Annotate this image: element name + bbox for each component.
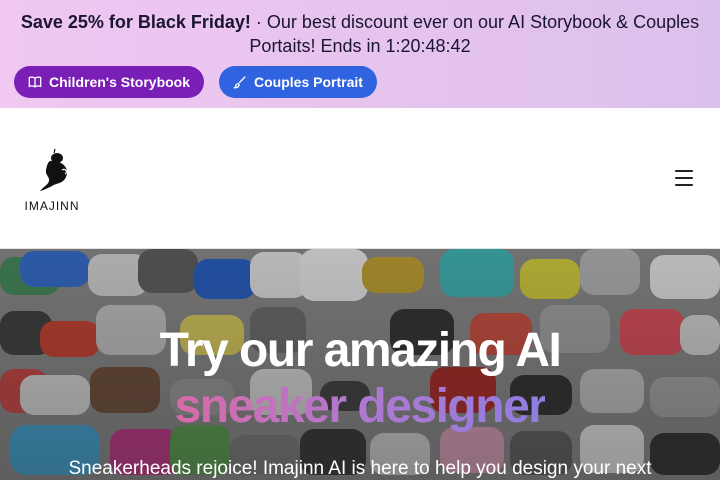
hero-title: Try our amazing AI [159,324,562,377]
promo-message: Our best discount ever on our AI Storybo… [249,12,700,56]
hero-section: Try our amazing AI sneaker designer Snea… [0,249,720,480]
promo-separator: · [255,12,262,32]
brush-icon [233,76,246,89]
hamburger-menu-icon[interactable] [675,170,693,186]
genie-logo-icon [40,148,68,191]
childrens-storybook-label: Children's Storybook [49,74,191,90]
promo-headline: Save 25% for Black Friday! [20,12,251,32]
promo-buttons: Children's Storybook Couples Portrait [14,66,377,98]
promo-banner: Save 25% for Black Friday! · Our best disc… [0,0,720,108]
hero-subtitle: sneaker designer [0,379,720,435]
promo-countdown: 1:20:48:42 [385,36,471,56]
hero-subtitle-text: sneaker designer [174,380,547,433]
imajinn-logo[interactable]: IMAJINN [22,148,82,218]
promo-text: Save 25% for Black Friday! · Our best disc… [0,10,720,58]
couples-portrait-button[interactable]: Couples Portrait [219,66,377,98]
childrens-storybook-button[interactable]: Children's Storybook [14,66,205,98]
logo-wordmark: IMAJINN [24,199,80,213]
site-header: IMAJINN [0,108,720,249]
book-icon [28,76,42,88]
couples-portrait-label: Couples Portrait [254,74,363,90]
hero-description: Sneakerheads rejoice! Imajinn AI is here… [68,458,652,479]
